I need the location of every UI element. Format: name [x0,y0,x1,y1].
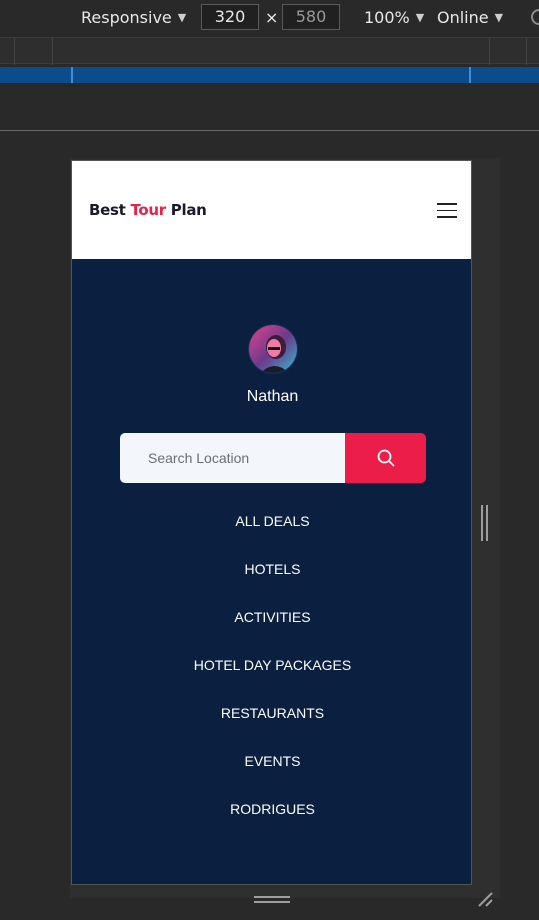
rotate-icon[interactable] [531,9,539,25]
width-input[interactable]: 320 [201,4,259,30]
logo-text-tour: Tour [130,201,166,219]
devtools-toolbar: Responsive ▼ 320 × 580 100% ▼ Online ▼ [0,0,539,36]
device-mode-select[interactable]: Responsive ▼ [81,8,186,27]
zoom-select[interactable]: 100% ▼ [364,8,424,27]
viewport-ruler [0,67,539,83]
search-icon [377,449,394,467]
throttling-select[interactable]: Online ▼ [437,8,503,27]
search-bar [120,433,426,483]
chevron-down-icon: ▼ [177,11,187,24]
search-button[interactable] [345,433,426,483]
nav-item-restaurants: RESTAURANTS [72,694,471,742]
chevron-down-icon: ▼ [494,11,504,24]
nav-link-hotels[interactable]: HOTELS [244,561,300,577]
nav-item-hotels: HOTELS [72,550,471,598]
site-logo[interactable]: Best Tour Plan [89,201,207,219]
avatar-photo [249,325,297,373]
user-name: Nathan [246,388,299,405]
nav-item-all-deals: ALL DEALS [72,502,471,550]
resize-corner-icon[interactable] [476,890,494,908]
nav-link-restaurants[interactable]: RESTAURANTS [221,705,324,721]
nav-item-events: EVENTS [72,742,471,790]
logo-text-best: Best [89,201,131,219]
nav-link-rodrigues[interactable]: RODRIGUES [230,801,315,817]
hamburger-menu-icon[interactable] [437,203,457,219]
device-viewport: Best Tour Plan Nathan Search Location AL… [71,160,472,885]
site-header: Best Tour Plan [72,161,471,259]
height-input[interactable]: 580 [282,4,340,30]
throttling-label: Online [437,8,489,27]
nav-link-activities[interactable]: ACTIVITIES [234,609,310,625]
zoom-label: 100% [364,8,410,27]
device-mode-label: Responsive [81,8,172,27]
nav-item-hotel-day-packages: HOTEL DAY PACKAGES [72,646,471,694]
nav-link-all-deals[interactable]: ALL DEALS [235,513,309,529]
resize-handle-right[interactable] [481,505,489,541]
dimension-separator: × [265,8,279,27]
nav-item-rodrigues: RODRIGUES [72,790,471,838]
chevron-down-icon: ▼ [415,11,425,24]
nav-item-activities: ACTIVITIES [72,598,471,646]
avatar[interactable] [248,324,298,374]
main-nav: ALL DEALS HOTELS ACTIVITIES HOTEL DAY PA… [72,502,471,838]
resize-handle-bottom[interactable] [254,896,290,904]
nav-link-events[interactable]: EVENTS [244,753,300,769]
nav-link-hotel-day-packages[interactable]: HOTEL DAY PACKAGES [194,657,351,673]
media-query-bar [0,37,539,65]
ruler-divider [0,130,539,131]
search-input[interactable] [120,433,345,483]
logo-text-plan: Plan [165,201,207,219]
